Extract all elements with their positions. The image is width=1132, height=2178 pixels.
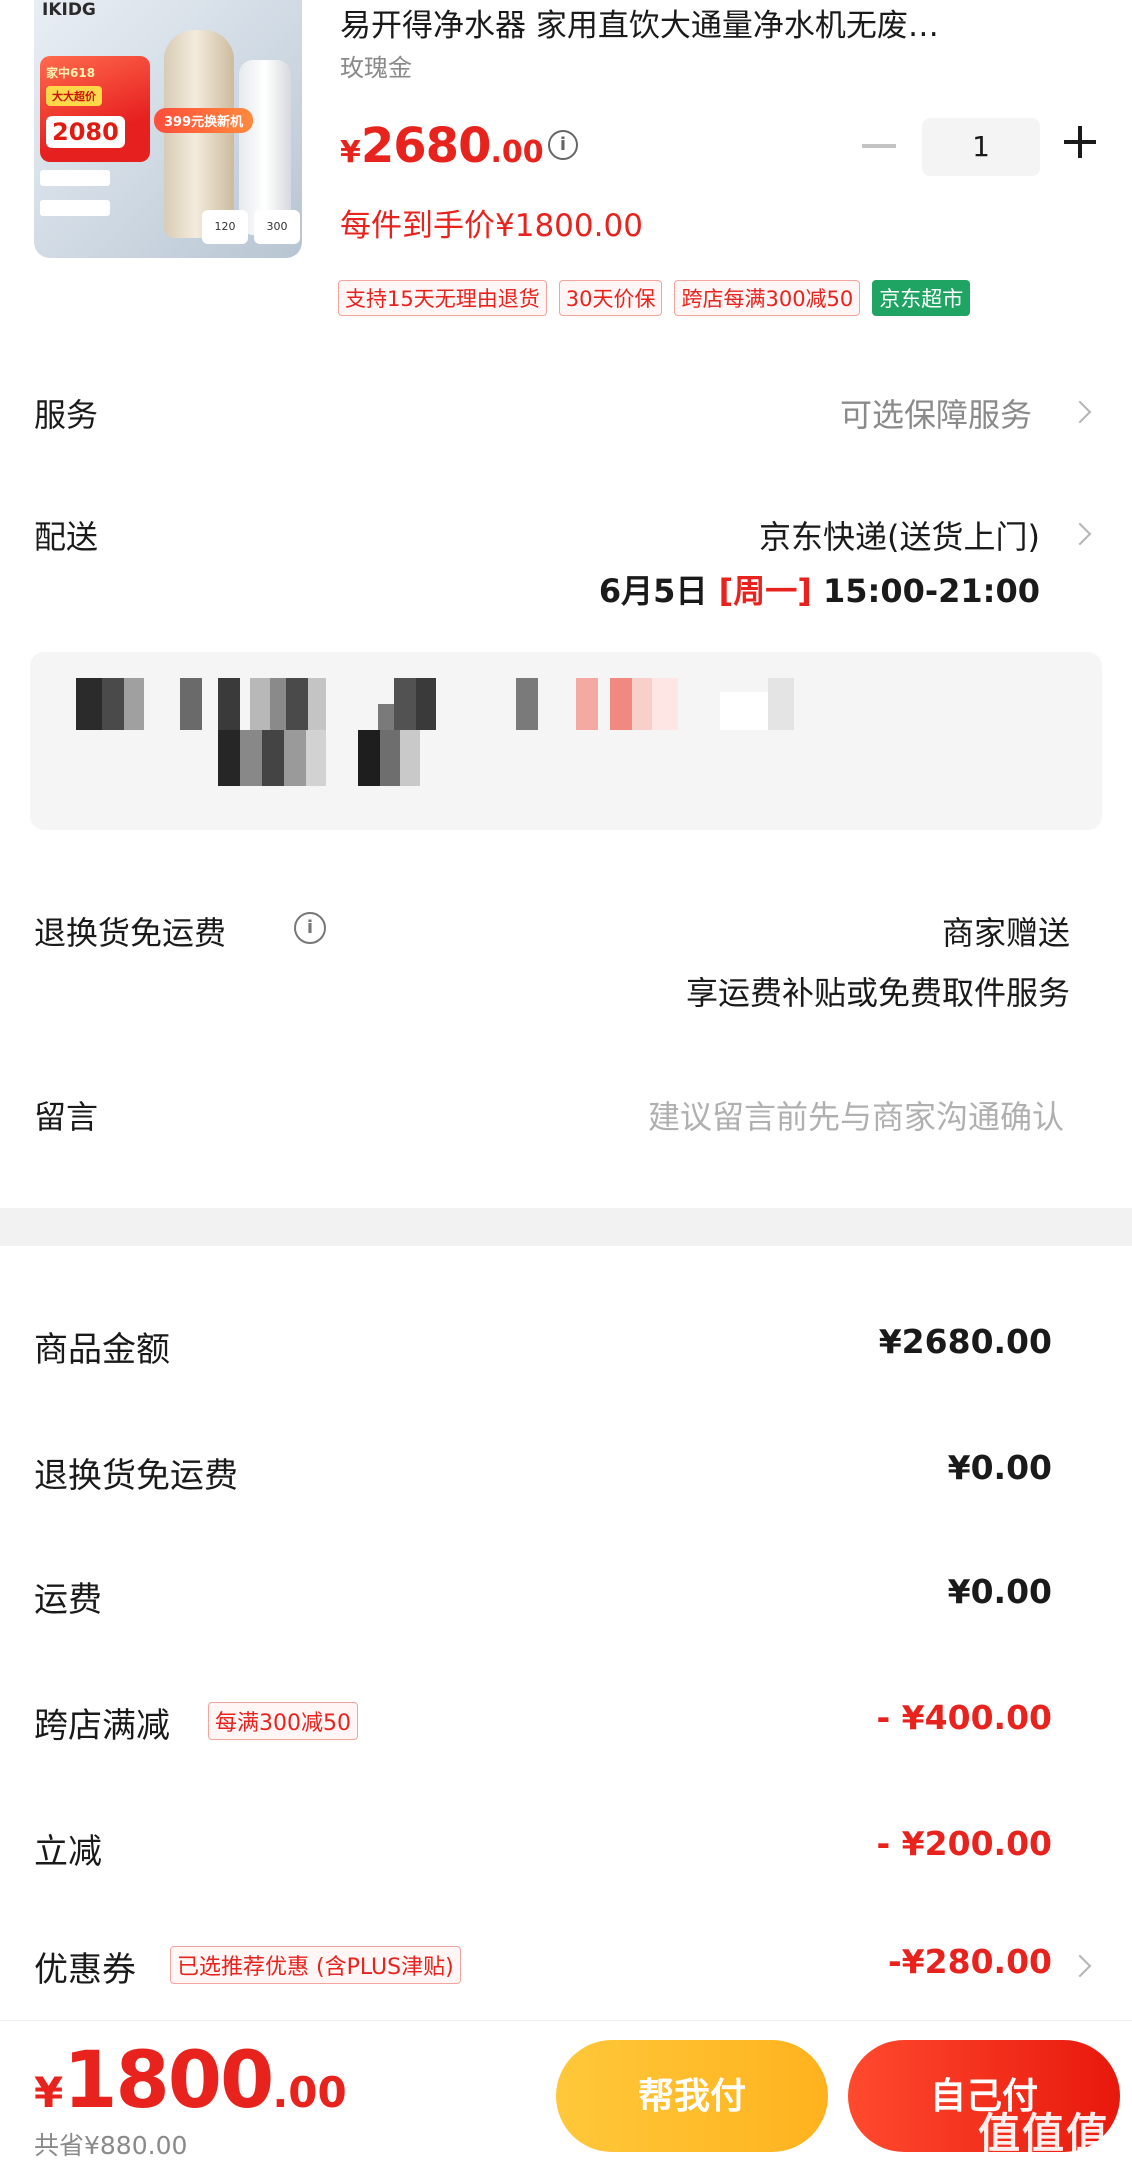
goods-amount-label: 商品金额 [34,1330,170,1370]
product-price: ¥2680.00 [340,118,544,174]
delivery-method[interactable]: 京东快递(送货上门) [759,512,1040,558]
help-me-pay-button[interactable]: 帮我付 [556,2040,828,2152]
chevron-right-icon[interactable] [1068,1954,1092,1978]
price-currency: ¥ [340,135,361,170]
service-label: 服务 [34,396,99,434]
chevron-right-icon[interactable] [1068,400,1092,424]
tag-return-policy: 支持15天无理由退货 [338,280,547,316]
thumb-promo-top: 家中618 [46,66,96,80]
cross-store-discount-tag: 每满300减50 [208,1702,358,1740]
product-tags: 支持15天无理由退货 30天价保 跨店每满300减50 京东超市 [338,280,971,316]
thumb-filter-image [239,60,291,235]
price-info-icon[interactable]: i [548,130,578,160]
message-label: 留言 [34,1098,99,1136]
thumb-banner: 399元换新机 [154,108,254,133]
product-title[interactable]: 易开得净水器 家用直饮大通量净水机无废… [340,0,939,45]
quantity-decrease-button[interactable] [862,144,896,148]
thumb-feature-strip [40,170,110,186]
delivery-date: 6月5日 [598,572,708,610]
price-integer: 2680 [360,118,492,174]
hand-price: 每件到手价¥1800.00 [340,208,643,244]
return-shipping-label: 退换货免运费 [34,914,227,952]
coupon-tag: 已选推荐优惠 (含PLUS津贴) [170,1946,461,1984]
site-watermark-url: zhizhizhi.com [982,2150,1091,2169]
freight-label: 运费 [34,1580,102,1620]
thumb-feature-strip [40,200,110,216]
thumb-brand-logo: IKIDG [42,0,96,20]
coupon-value[interactable]: -¥280.00 [888,1942,1052,1981]
return-freight-value: ¥0.00 [947,1448,1052,1487]
thumb-chip: 300 [254,210,300,244]
product-variant[interactable]: 玫瑰金 [340,48,412,83]
return-shipping-sub: 享运费补贴或免费取件服务 [685,974,1070,1012]
quantity-input[interactable]: 1 [922,118,1040,176]
product-thumbnail[interactable]: IKIDG 家中618 大大超价 2080 399元换新机 120 300 [34,0,302,258]
instant-discount-label: 立减 [34,1832,102,1872]
thumb-promo-block: 家中618 大大超价 2080 [40,56,150,162]
total-currency: ¥ [34,2068,64,2117]
return-info-icon[interactable]: i [294,912,326,944]
delivery-time[interactable]: 6月5日 [周一] 15:00-21:00 [599,566,1040,612]
chevron-right-icon[interactable] [1068,522,1092,546]
total-saved: 共省¥880.00 [34,2131,188,2160]
delivery-label: 配送 [34,518,99,556]
tag-price-protect: 30天价保 [558,280,663,316]
quantity-increase-button[interactable] [1060,122,1100,162]
thumb-purifier-image [164,30,234,238]
total-integer: 1800 [63,2036,274,2126]
total-price: ¥1800.00 [34,2036,347,2126]
thumb-promo-price: 2080 [46,116,125,148]
tag-jd-supermarket: 京东超市 [872,280,971,316]
section-divider [0,1208,1132,1246]
cross-store-discount-value: - ¥400.00 [876,1698,1053,1737]
address-card-redacted[interactable] [30,652,1102,830]
total-decimal: .00 [272,2068,347,2117]
delivery-weekday: [周一] [718,572,812,610]
service-value[interactable]: 可选保障服务 [840,390,1032,436]
cross-store-discount-label: 跨店满减 [34,1706,170,1746]
price-decimal: .00 [490,135,544,170]
thumb-chip: 120 [202,210,248,244]
freight-value: ¥0.00 [947,1572,1052,1611]
message-input[interactable]: 建议留言前先与商家沟通确认 [648,1092,1064,1138]
thumb-promo-badge: 大大超价 [46,86,102,106]
coupon-label: 优惠券 [34,1950,136,1990]
return-freight-label: 退换货免运费 [34,1456,238,1496]
goods-amount-value: ¥2680.00 [878,1322,1052,1361]
instant-discount-value: - ¥200.00 [876,1824,1053,1863]
delivery-window: 15:00-21:00 [823,572,1040,610]
return-shipping-value: 商家赠送 [941,914,1070,952]
tag-cross-store-discount: 跨店每满300减50 [674,280,861,316]
